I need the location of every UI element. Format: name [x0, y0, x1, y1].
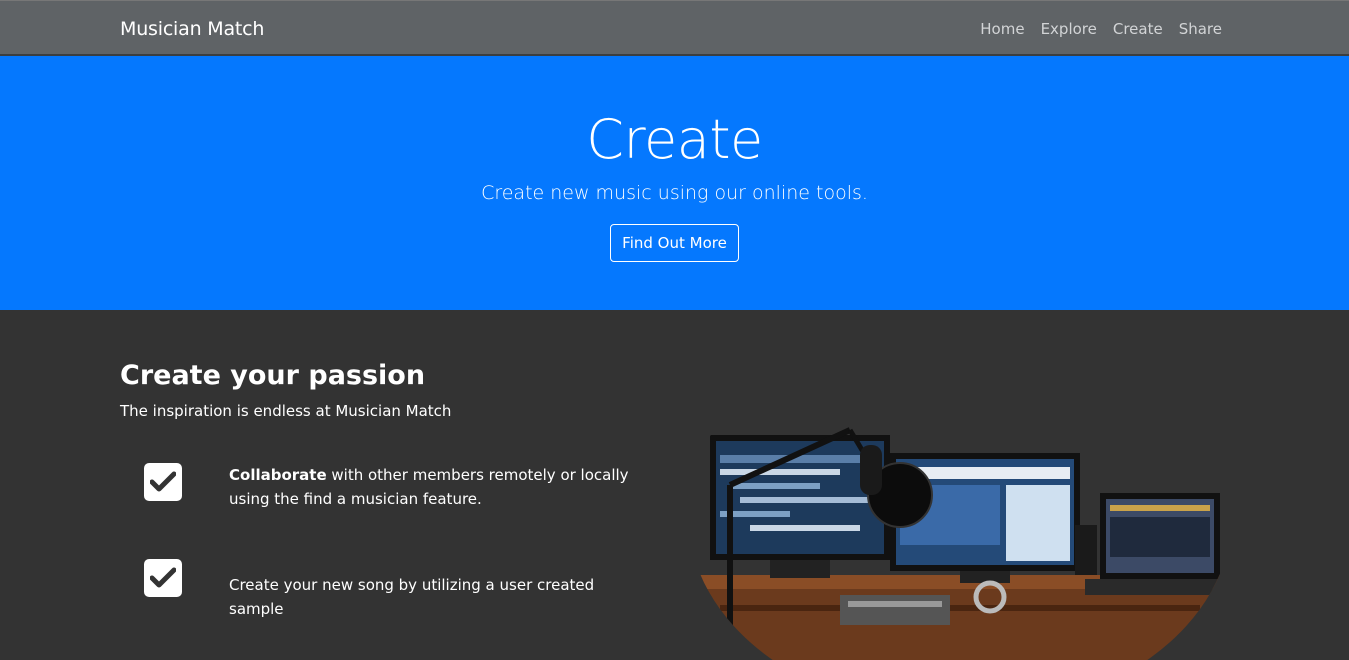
- feature-body-text: Create your new song by utilizing a user…: [229, 576, 595, 618]
- feature-text: Create your new song by utilizing a user…: [229, 573, 629, 621]
- nav-home-link[interactable]: Home: [980, 20, 1024, 38]
- check-icon: [144, 463, 182, 501]
- feature-bold-text: Collaborate: [229, 466, 327, 484]
- nav-create-link[interactable]: Create: [1113, 20, 1163, 38]
- studio-image: [690, 427, 1230, 660]
- brand-logo[interactable]: Musician Match: [120, 18, 264, 40]
- navbar: Musician Match Home Explore Create Share: [0, 0, 1349, 56]
- nav-explore-link[interactable]: Explore: [1041, 20, 1097, 38]
- check-icon: [144, 559, 182, 597]
- feature-text: Collaborate with other members remotely …: [229, 463, 629, 511]
- nav-links: Home Explore Create Share: [980, 20, 1222, 38]
- hero-title: Create: [586, 108, 763, 171]
- section-subtitle: The inspiration is endless at Musician M…: [120, 402, 452, 420]
- create-section: Create your passion The inspiration is e…: [0, 310, 1349, 660]
- nav-share-link[interactable]: Share: [1179, 20, 1222, 38]
- hero-banner: Create Create new music using our online…: [0, 56, 1349, 310]
- section-title: Create your passion: [120, 360, 426, 391]
- hero-subtitle: Create new music using our online tools.: [481, 182, 868, 204]
- find-out-more-button[interactable]: Find Out More: [610, 224, 739, 262]
